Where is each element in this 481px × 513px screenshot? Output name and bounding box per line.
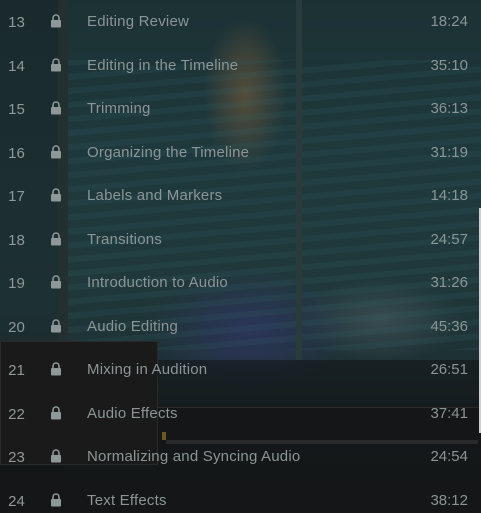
lesson-row[interactable]: 23 Normalizing and Syncing Audio 24:54 (0, 435, 481, 478)
lesson-row[interactable]: 21 Mixing in Audition 26:51 (0, 348, 481, 391)
lesson-title: Audio Editing (87, 317, 178, 335)
lesson-number: 24 (8, 492, 25, 510)
lesson-title: Normalizing and Syncing Audio (87, 448, 301, 465)
lock-icon (50, 231, 62, 246)
lesson-duration: 24:57 (430, 230, 468, 248)
lesson-title: Text Effects (87, 491, 167, 509)
lesson-duration: 31:19 (430, 143, 468, 161)
lesson-number: 19 (8, 275, 25, 292)
lesson-title: Trimming (87, 100, 151, 117)
lesson-number: 23 (8, 449, 25, 466)
lesson-duration: 14:18 (430, 187, 468, 204)
lesson-number: 21 (8, 362, 25, 379)
lock-icon (50, 57, 62, 72)
lock-icon (50, 318, 62, 333)
lesson-number: 14 (8, 57, 25, 75)
lesson-title: Editing in the Timeline (87, 56, 239, 74)
lesson-row[interactable]: 22 Audio Effects 37:41 (0, 392, 481, 435)
lesson-number: 22 (8, 405, 25, 423)
lesson-title: Labels and Markers (87, 187, 223, 204)
lesson-row[interactable]: 19 Introduction to Audio 31:26 (0, 261, 481, 304)
lesson-row[interactable]: 24 Text Effects 38:12 (0, 479, 481, 513)
lock-icon (50, 405, 62, 420)
lesson-title: Introduction to Audio (87, 274, 228, 291)
lesson-number: 17 (8, 188, 25, 205)
lesson-title: Audio Effects (87, 404, 178, 422)
lock-icon (50, 14, 62, 28)
lesson-duration: 35:10 (430, 56, 468, 74)
lesson-number: 16 (8, 144, 25, 162)
lesson-row[interactable]: 20 Audio Editing 45:36 (0, 305, 481, 348)
lock-icon (50, 492, 62, 507)
lock-icon (50, 188, 62, 202)
lesson-duration: 18:24 (430, 13, 468, 30)
lesson-title: Organizing the Timeline (87, 143, 250, 161)
lock-icon (50, 101, 62, 115)
lesson-duration: 24:54 (430, 448, 468, 465)
lesson-row[interactable]: 17 Labels and Markers 14:18 (0, 174, 481, 217)
lesson-number: 18 (8, 231, 25, 249)
lesson-duration: 45:36 (430, 317, 468, 335)
lock-icon (50, 275, 62, 289)
lesson-title: Editing Review (87, 13, 190, 30)
lock-icon (50, 144, 62, 159)
lock-icon (50, 449, 62, 463)
lesson-duration: 38:12 (430, 491, 468, 509)
lesson-row[interactable]: 18 Transitions 24:57 (0, 218, 481, 261)
lesson-duration: 26:51 (430, 361, 468, 378)
lesson-row[interactable]: 15 Trimming 36:13 (0, 87, 481, 130)
lesson-duration: 36:13 (430, 100, 468, 117)
lesson-duration: 37:41 (430, 404, 468, 422)
lesson-number: 20 (8, 318, 25, 336)
course-lesson-list-screen: 13 Editing Review 18:24 14 Editing in th… (0, 0, 481, 513)
lesson-row[interactable]: 14 Editing in the Timeline 35:10 (0, 44, 481, 87)
lesson-row[interactable]: 16 Organizing the Timeline 31:19 (0, 131, 481, 174)
lesson-title: Transitions (87, 230, 163, 248)
lesson-number: 15 (8, 101, 25, 118)
lesson-number: 13 (8, 14, 25, 31)
lock-icon (50, 362, 62, 376)
lesson-row[interactable]: 13 Editing Review 18:24 (0, 0, 481, 43)
lesson-title: Mixing in Audition (87, 361, 208, 378)
lesson-duration: 31:26 (430, 274, 468, 291)
